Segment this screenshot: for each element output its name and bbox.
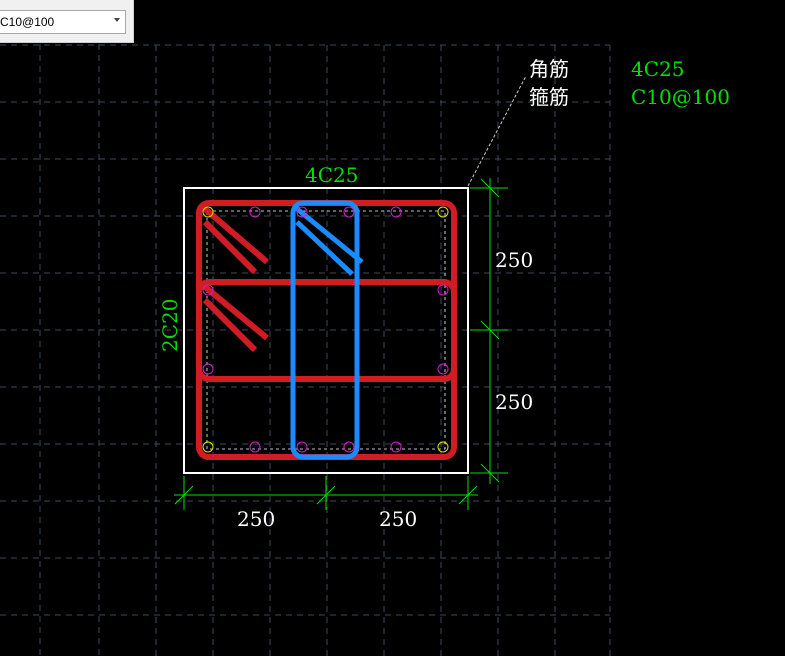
dim-right-bottom-label: 250 — [495, 390, 533, 414]
legend-stirrup-value[interactable]: C10@100 — [631, 85, 730, 109]
dim-bottom-right-label: 250 — [379, 507, 417, 531]
side-bar-marker — [343, 206, 355, 218]
stirrup-spec-combo[interactable]: C10@100 — [0, 10, 126, 34]
drawing-canvas[interactable]: 4C25 2C20 250 250 250 250 角筋 箍筋 4C25 C10… — [0, 0, 785, 656]
dimension-bottom[interactable] — [174, 476, 478, 510]
side-bar-marker — [437, 363, 449, 375]
side-bar-marker — [437, 284, 449, 296]
legend-corner-bar-value[interactable]: 4C25 — [631, 57, 684, 81]
legend-stirrup-title: 箍筋 — [529, 85, 569, 109]
leader-line — [467, 75, 527, 187]
chevron-down-icon[interactable] — [114, 18, 120, 22]
top-bar-label[interactable]: 4C25 — [305, 163, 358, 187]
corner-bar-marker — [202, 441, 214, 453]
side-bar-marker — [202, 363, 214, 375]
stirrup-hooks-blue — [294, 206, 364, 276]
dim-right-top-label: 250 — [495, 248, 533, 272]
dim-bottom-left-label: 250 — [237, 507, 275, 531]
dimension-right[interactable] — [470, 178, 508, 484]
combo-value: C10@100 — [0, 15, 55, 29]
side-bar-marker — [343, 441, 355, 453]
background-grid — [0, 0, 611, 656]
side-bar-label[interactable]: 2C20 — [158, 299, 182, 352]
legend-corner-bar-title: 角筋 — [529, 57, 569, 81]
